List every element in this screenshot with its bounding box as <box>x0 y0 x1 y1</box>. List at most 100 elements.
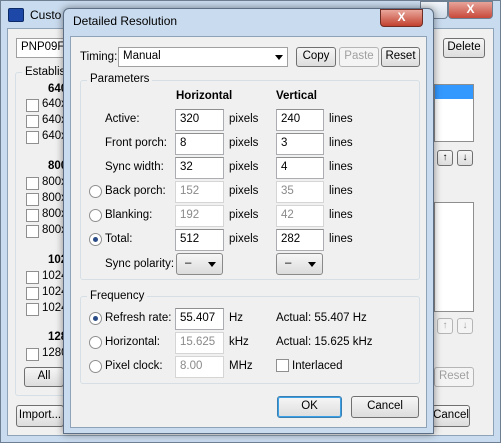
checkbox-800-1[interactable] <box>26 177 39 190</box>
checkbox-1024-1[interactable] <box>26 271 39 284</box>
sync-width-vertical-input[interactable]: 4 <box>276 157 324 179</box>
parent-cancel-button[interactable]: Cancel <box>432 405 470 427</box>
checkbox-640-1[interactable] <box>26 99 39 112</box>
timing-select[interactable]: Manual <box>118 47 288 67</box>
active-horizontal-input[interactable]: 320 <box>175 109 224 131</box>
checkbox-1024-2[interactable] <box>26 287 39 300</box>
interlaced-label: Interlaced <box>292 360 343 372</box>
pixels-unit: pixels <box>229 209 259 221</box>
pixel-clock-input[interactable]: 8.00 <box>175 356 224 378</box>
refresh-rate-input[interactable]: 55.407 <box>175 308 224 330</box>
parameters-title: Parameters <box>87 73 153 85</box>
active-vertical-input[interactable]: 240 <box>276 109 324 131</box>
front-porch-vertical-input[interactable]: 3 <box>276 133 324 155</box>
total-label: Total: <box>105 233 133 245</box>
timing-label: Timing: <box>80 51 118 63</box>
refresh-rate-radio[interactable] <box>89 312 102 325</box>
chevron-down-icon <box>275 55 283 60</box>
sync-polarity-vertical-value: – <box>285 257 292 269</box>
secondary-list[interactable] <box>434 202 474 312</box>
back-porch-radio[interactable] <box>89 185 102 198</box>
front-porch-label: Front porch: <box>105 137 167 149</box>
selected-list-item[interactable] <box>435 85 473 99</box>
pixels-unit: pixels <box>229 161 259 173</box>
sync-polarity-horizontal-select[interactable]: – <box>176 253 223 275</box>
chevron-down-icon <box>308 262 316 267</box>
horizontal-freq-label: Horizontal: <box>105 336 160 348</box>
lines-unit: lines <box>329 233 353 245</box>
sync-polarity-label: Sync polarity: <box>105 258 175 270</box>
parent-window-title: Custo <box>30 8 62 22</box>
lines-unit: lines <box>329 185 353 197</box>
checkbox-1280-1[interactable] <box>26 348 39 361</box>
sync-width-horizontal-input[interactable]: 32 <box>175 157 224 179</box>
blanking-radio[interactable] <box>89 209 102 222</box>
frequency-title: Frequency <box>87 290 148 302</box>
delete-button[interactable]: Delete <box>443 38 485 58</box>
total-horizontal-input[interactable]: 512 <box>175 229 224 251</box>
import-button[interactable]: Import... <box>16 405 64 427</box>
interlaced-checkbox[interactable] <box>276 359 289 372</box>
move-up-button[interactable]: ↑ <box>437 150 453 166</box>
sync-width-label: Sync width: <box>105 161 164 173</box>
dialog-close-button[interactable]: X <box>380 9 423 27</box>
refresh-rate-label: Refresh rate: <box>105 312 172 324</box>
timing-value: Manual <box>123 50 161 62</box>
front-porch-horizontal-input[interactable]: 8 <box>175 133 224 155</box>
blanking-label: Blanking: <box>105 209 153 221</box>
dialog-title: Detailed Resolution <box>73 14 178 28</box>
parent-close-button[interactable]: X <box>448 1 493 19</box>
horizontal-actual: Actual: 15.625 kHz <box>276 336 373 348</box>
khz-unit: kHz <box>229 336 249 348</box>
move-down-button[interactable]: ↓ <box>457 150 473 166</box>
monitor-icon <box>8 8 24 22</box>
copy-button[interactable]: Copy <box>296 47 336 67</box>
pixels-unit: pixels <box>229 233 259 245</box>
lines-unit: lines <box>329 161 353 173</box>
sync-polarity-vertical-select[interactable]: – <box>276 253 323 275</box>
total-vertical-input[interactable]: 282 <box>276 229 324 251</box>
chevron-down-icon <box>208 262 216 267</box>
blanking-vertical-input[interactable]: 42 <box>276 205 324 227</box>
checkbox-640-3[interactable] <box>26 131 39 144</box>
mhz-unit: MHz <box>229 360 253 372</box>
pixel-clock-radio[interactable] <box>89 360 102 373</box>
blanking-horizontal-input[interactable]: 192 <box>175 205 224 227</box>
lines-unit: lines <box>329 209 353 221</box>
pixels-unit: pixels <box>229 137 259 149</box>
hz-unit: Hz <box>229 312 244 324</box>
parameters-group <box>80 80 420 280</box>
all-button[interactable]: All <box>24 367 64 387</box>
horizontal-freq-radio[interactable] <box>89 336 102 349</box>
cancel-button[interactable]: Cancel <box>351 396 419 418</box>
checkbox-640-2[interactable] <box>26 115 39 128</box>
total-radio[interactable] <box>89 233 102 246</box>
vertical-header: Vertical <box>276 90 317 102</box>
back-porch-horizontal-input[interactable]: 152 <box>175 181 224 203</box>
move-up-button-2[interactable]: ↑ <box>437 318 453 334</box>
active-label: Active: <box>105 113 140 125</box>
lines-unit: lines <box>329 137 353 149</box>
parent-reset-button[interactable]: Reset <box>434 367 474 387</box>
established-label: Establis <box>22 66 69 78</box>
horizontal-freq-input[interactable]: 15.625 <box>175 332 224 354</box>
pixel-clock-label: Pixel clock: <box>105 360 163 372</box>
checkbox-1024-3[interactable] <box>26 303 39 316</box>
horizontal-header: Horizontal <box>176 90 233 102</box>
refresh-actual: Actual: 55.407 Hz <box>276 312 367 324</box>
checkbox-800-2[interactable] <box>26 193 39 206</box>
sync-polarity-horizontal-value: – <box>185 257 192 269</box>
detailed-list[interactable] <box>434 84 474 142</box>
checkbox-800-3[interactable] <box>26 209 39 222</box>
back-porch-label: Back porch: <box>105 185 166 197</box>
paste-button[interactable]: Paste <box>339 47 379 67</box>
pixels-unit: pixels <box>229 113 259 125</box>
move-down-button-2[interactable]: ↓ <box>457 318 473 334</box>
pixels-unit: pixels <box>229 185 259 197</box>
ok-button[interactable]: OK <box>277 396 342 418</box>
lines-unit: lines <box>329 113 353 125</box>
checkbox-800-4[interactable] <box>26 225 39 238</box>
back-porch-vertical-input[interactable]: 35 <box>276 181 324 203</box>
reset-button[interactable]: Reset <box>381 47 420 67</box>
profile-select[interactable]: PNP09FF <box>16 38 72 58</box>
